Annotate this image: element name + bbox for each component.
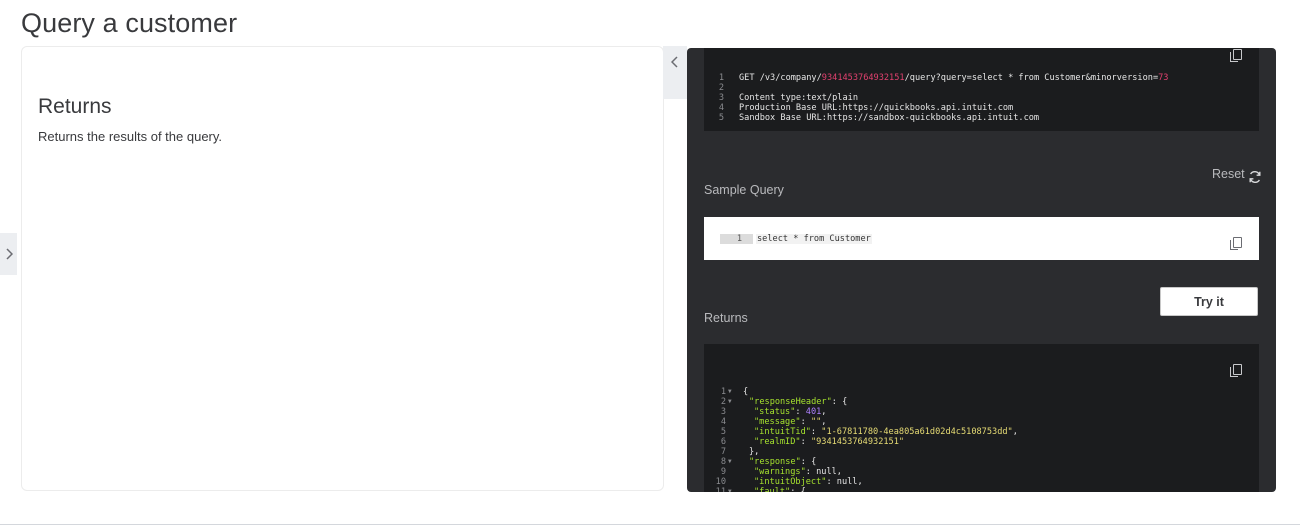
returns-label: Returns — [704, 311, 748, 325]
realm-id: 9341453764932151 — [821, 73, 905, 83]
response-code-block: 1 ▼{ 2 ▼ "responseHeader": { 3 "status": 401… — [704, 344, 1259, 492]
reset-button[interactable]: Reset — [1212, 167, 1245, 181]
collapse-panel-button[interactable] — [663, 46, 687, 99]
divider — [0, 524, 1300, 525]
code-line: 11 ▼ "fault": { — [715, 487, 806, 492]
code-line: 5 Sandbox Base URL:https://sandbox-quickb… — [718, 113, 1040, 123]
page-title: Query a customer — [21, 8, 238, 38]
copy-icon[interactable] — [1230, 49, 1242, 62]
line-number: 1 — [720, 234, 753, 244]
description-panel: Returns Returns the results of the query… — [21, 46, 664, 491]
expand-sidebar-button[interactable] — [0, 233, 17, 275]
chevron-left-icon — [671, 56, 678, 68]
sample-query-editor[interactable]: 1 select * from Customer — [704, 217, 1259, 260]
request-code-block: 1 GET /v3/company/9341453764932151/query?… — [704, 48, 1259, 131]
sample-query-label: Sample Query — [704, 183, 784, 197]
copy-icon[interactable] — [1230, 364, 1242, 377]
chevron-right-icon — [5, 248, 13, 260]
refresh-icon[interactable] — [1248, 170, 1262, 184]
minor-version: 73 — [1158, 73, 1169, 83]
try-it-button[interactable]: Try it — [1160, 287, 1258, 316]
api-explorer-panel: 1 GET /v3/company/9341453764932151/query?… — [687, 48, 1276, 492]
copy-icon[interactable] — [1230, 237, 1242, 250]
returns-heading: Returns — [38, 95, 112, 118]
sample-query-text[interactable]: select * from Customer — [756, 234, 872, 244]
returns-description: Returns the results of the query. — [38, 129, 223, 144]
